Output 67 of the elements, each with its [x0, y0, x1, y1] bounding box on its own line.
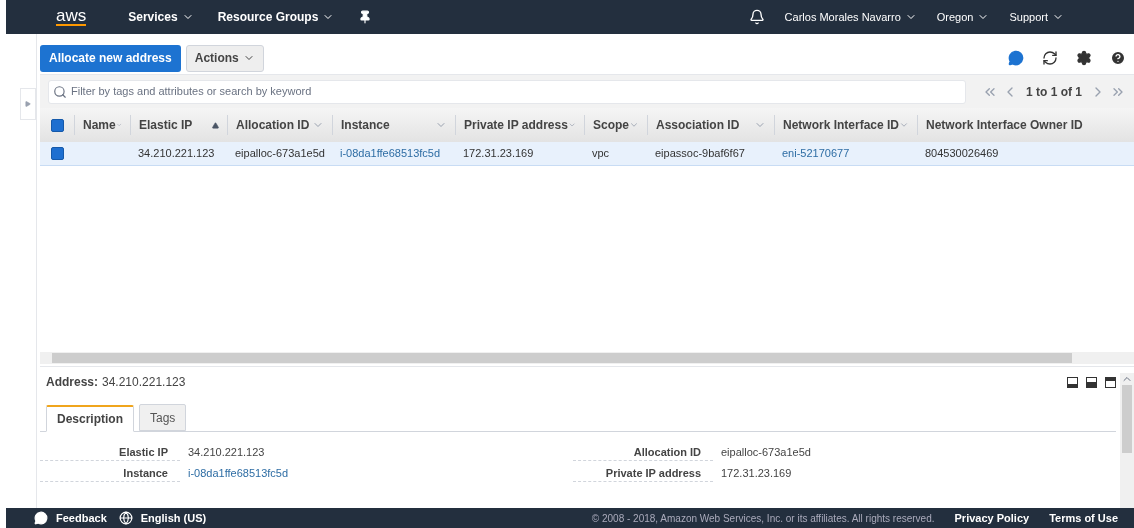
chat-icon[interactable]: [1008, 50, 1024, 66]
bell-icon[interactable]: [748, 9, 765, 25]
pin-icon[interactable]: [358, 10, 373, 24]
field-label: Instance: [40, 464, 180, 483]
expand-arrow-icon: [25, 101, 31, 107]
horizontal-scrollbar[interactable]: [40, 352, 1134, 364]
search-icon: [53, 84, 67, 99]
field-label: Elastic IP: [40, 443, 180, 462]
field-value: 172.31.23.169: [720, 466, 792, 482]
nav-menu[interactable]: Services: [128, 8, 194, 26]
table-cell: 34.210.221.123: [138, 147, 215, 160]
detail-tab[interactable]: Description: [46, 405, 134, 432]
field-value: 34.210.221.123: [187, 445, 265, 461]
search-field[interactable]: Filter by tags and attributes or search by keyword: [48, 79, 966, 104]
sidebar-toggle[interactable]: [20, 88, 36, 120]
vertical-scrollbar[interactable]: [1120, 373, 1134, 508]
search-input[interactable]: Filter by tags and attributes or search by keyword: [71, 83, 961, 100]
table-cell: eipassoc-9baf6f67: [655, 147, 745, 160]
refresh-icon[interactable]: [1042, 50, 1058, 66]
column-header[interactable]: Network Interface ID: [774, 115, 917, 135]
copyright-text: © 2008 - 2018, Amazon Web Services, Inc. or its affiliates. All rights reserved.: [591, 511, 935, 526]
scrollbar-thumb[interactable]: [1122, 385, 1132, 453]
globe-icon[interactable]: [118, 511, 133, 525]
nav-menu[interactable]: Resource Groups: [217, 8, 335, 26]
allocate-button[interactable]: Allocate new address: [40, 44, 181, 72]
footer-link[interactable]: Terms of Use: [1049, 509, 1118, 527]
address-label: Address:: [46, 374, 98, 391]
sort-ascending-icon[interactable]: [212, 121, 219, 129]
field-label: Allocation ID: [573, 443, 713, 462]
feedback-link[interactable]: Feedback: [56, 509, 107, 527]
dock-half-icon[interactable]: [1086, 376, 1097, 388]
help-icon[interactable]: [1110, 50, 1126, 66]
dock-top-icon[interactable]: [1105, 376, 1116, 388]
field-value: eipalloc-673a1e5d: [720, 445, 811, 461]
column-header[interactable]: Network Interface Owner ID: [917, 115, 1122, 135]
feedback-icon[interactable]: [34, 511, 48, 525]
table-cell: vpc: [592, 147, 610, 160]
table-link[interactable]: i-08da1ffe68513fc5d: [340, 147, 441, 160]
table-cell: 804530026469: [925, 147, 999, 160]
table-link[interactable]: eni-52170677: [782, 147, 850, 160]
nav-menu[interactable]: Carlos Morales Navarro: [784, 8, 917, 26]
aws-logo[interactable]: aws: [56, 8, 87, 26]
language-link[interactable]: English (US): [140, 509, 207, 527]
column-header[interactable]: Elastic IP: [130, 115, 227, 135]
column-header[interactable]: Association ID: [647, 115, 774, 135]
footer-link[interactable]: Privacy Policy: [954, 509, 1030, 527]
settings-icon[interactable]: [1076, 50, 1092, 66]
column-header[interactable]: Allocation ID: [227, 115, 332, 135]
checkbox[interactable]: [50, 147, 64, 160]
address-value: 34.210.221.123: [102, 374, 186, 391]
column-header[interactable]: Instance: [332, 115, 455, 135]
scrollbar-thumb[interactable]: [52, 353, 1072, 363]
actions-button[interactable]: Actions: [185, 44, 264, 72]
table-cell: eipalloc-673a1e5d: [235, 147, 325, 160]
pagination-text: 1 to 1 of 1: [1026, 83, 1082, 101]
checkbox[interactable]: [50, 118, 64, 132]
table-row[interactable]: 34.210.221.123 eipalloc-673a1e5d i-08da1ffe68513fc5d 172.31.23.169 vpc eipassoc-9baf6f67 eni-52170677 804530026469: [40, 142, 1134, 166]
column-header[interactable]: Scope: [584, 115, 647, 135]
field-label: Private IP address: [573, 464, 713, 483]
nav-menu[interactable]: Oregon: [936, 8, 990, 26]
column-header[interactable]: Private IP address: [455, 115, 584, 135]
column-header[interactable]: Name: [74, 115, 130, 135]
dock-bottom-icon[interactable]: [1067, 376, 1078, 388]
field-link[interactable]: i-08da1ffe68513fc5d: [180, 465, 289, 482]
detail-tab[interactable]: Tags: [139, 404, 187, 431]
nav-menu[interactable]: Support: [1009, 8, 1064, 26]
table-cell: 172.31.23.169: [463, 147, 534, 160]
